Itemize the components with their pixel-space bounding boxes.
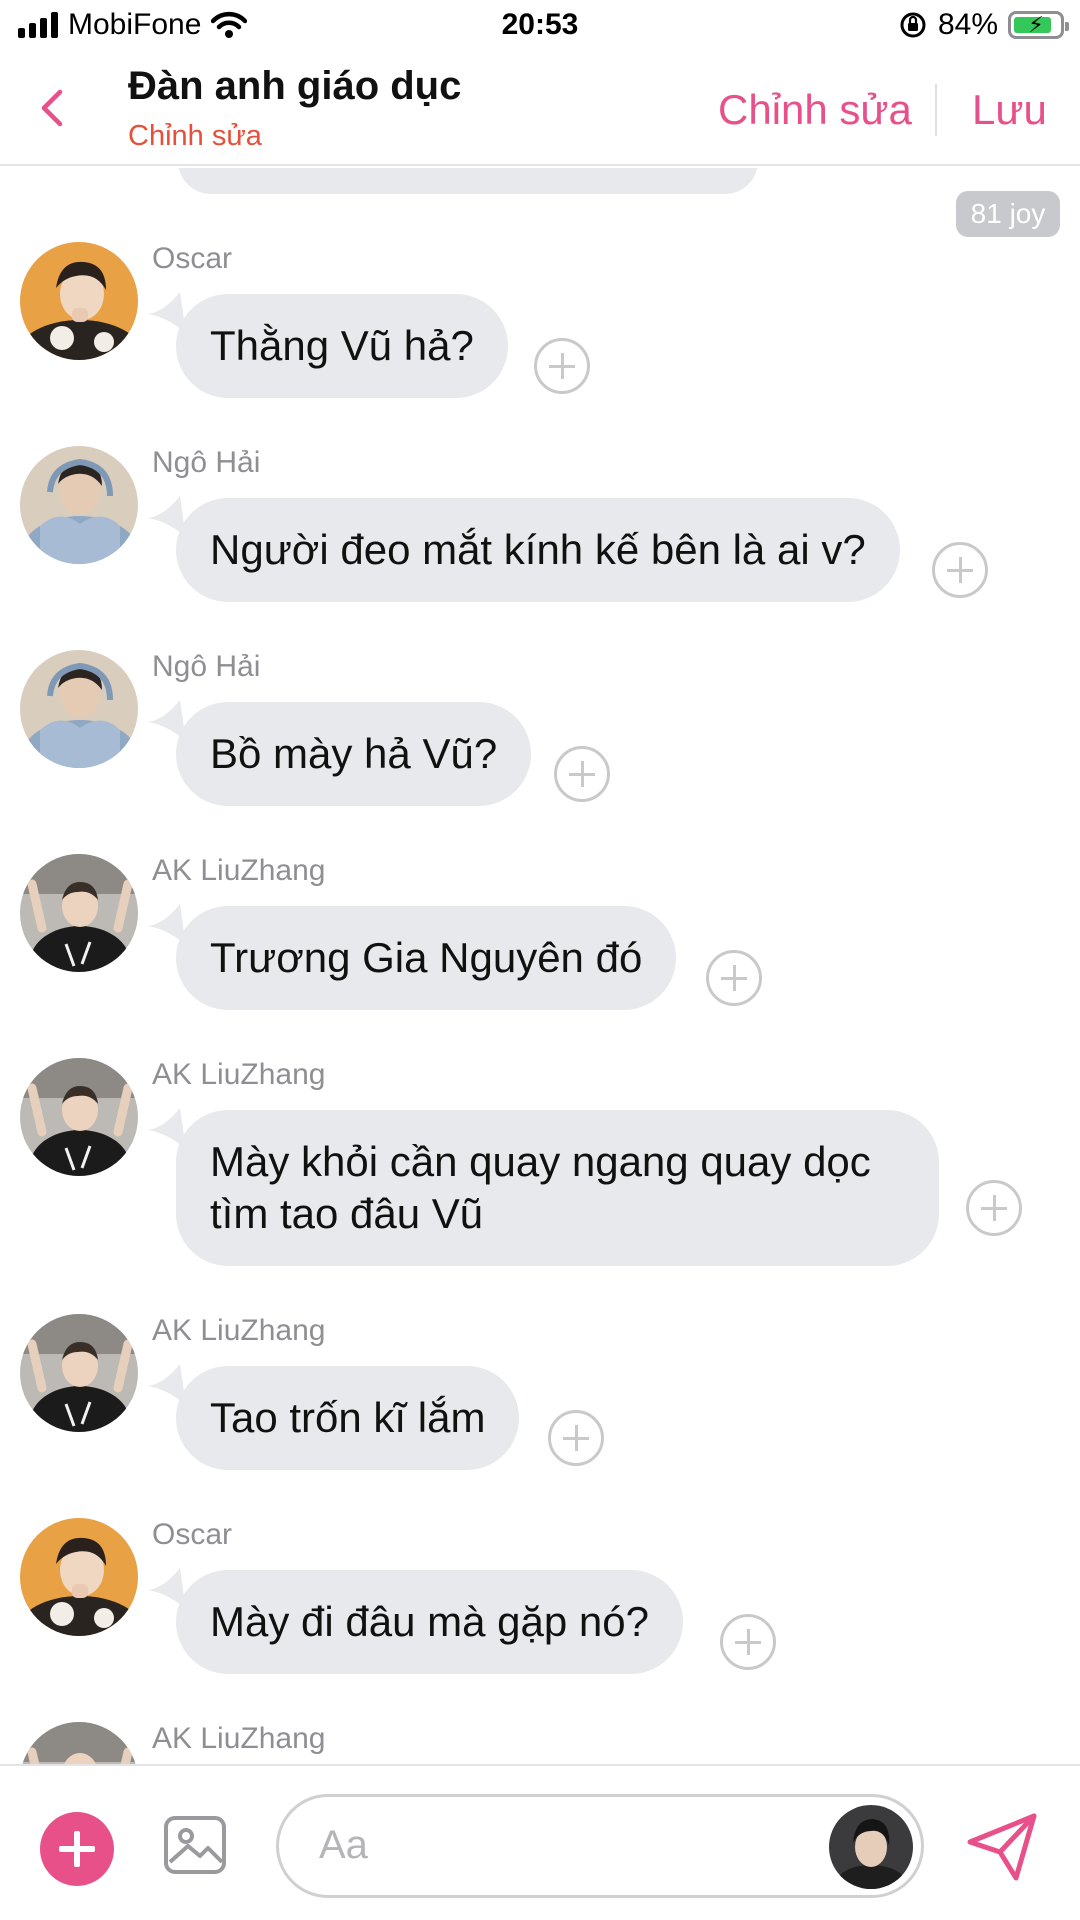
rotation-lock-icon (900, 12, 926, 38)
chat-subtitle[interactable]: Chỉnh sửa (128, 120, 262, 153)
avatar-oscar[interactable] (20, 242, 138, 360)
sender-name: AK LiuZhang (152, 1314, 326, 1347)
input-placeholder: Aa (319, 1823, 368, 1867)
avatar-ak-liuzhang[interactable] (20, 1314, 138, 1432)
message-bubble[interactable]: Thằng Vũ hả? (176, 294, 508, 398)
image-button[interactable] (162, 1812, 228, 1878)
back-button[interactable] (30, 78, 80, 138)
avatar-ngo-hai[interactable] (20, 650, 138, 768)
chevron-left-icon (41, 89, 63, 127)
battery-percent: 84% (937, 8, 998, 41)
add-reaction-icon[interactable] (554, 746, 610, 802)
message-input[interactable]: Aa (276, 1794, 924, 1898)
sender-name: AK LiuZhang (152, 854, 326, 887)
send-button[interactable] (964, 1808, 1040, 1884)
add-reaction-icon[interactable] (548, 1410, 604, 1466)
add-reaction-icon[interactable] (534, 338, 590, 394)
status-bar: MobiFone 20:53 84% ⚡ (0, 0, 1080, 56)
save-button[interactable]: Lưu (972, 86, 1047, 134)
sender-name: Oscar (152, 242, 233, 275)
message-bubble[interactable]: Tao trốn kĩ lắm (176, 1366, 520, 1470)
add-reaction-icon[interactable] (932, 542, 988, 598)
add-reaction-icon[interactable] (966, 1180, 1022, 1236)
joy-badge: 81 joy (956, 191, 1060, 237)
add-button[interactable] (40, 1812, 114, 1886)
avatar-ak-liuzhang[interactable] (20, 854, 138, 972)
status-right: 84% ⚡ (898, 8, 1069, 42)
add-reaction-icon[interactable] (706, 950, 762, 1006)
previous-message-bubble[interactable] (178, 168, 758, 194)
sender-name: Ngô Hải (152, 446, 261, 479)
header-divider (935, 84, 937, 136)
chat-title[interactable]: Đàn anh giáo dục (128, 64, 461, 109)
sender-name: Ngô Hải (152, 650, 261, 683)
composer-bar: Aa (0, 1764, 1080, 1920)
avatar-ak-liuzhang[interactable] (20, 1722, 138, 1764)
edit-button[interactable]: Chỉnh sửa (718, 86, 912, 134)
avatar-oscar[interactable] (20, 1518, 138, 1636)
message-line: Mày khỏi cần quay ngang quay dọc (210, 1138, 871, 1185)
user-avatar[interactable] (829, 1805, 913, 1889)
message-bubble[interactable]: Người đeo mắt kính kế bên là ai v? (176, 498, 900, 602)
add-reaction-icon[interactable] (720, 1614, 776, 1670)
sender-name: Oscar (152, 1518, 233, 1551)
sender-name: AK LiuZhang (152, 1722, 326, 1755)
message-bubble[interactable]: Bồ mày hả Vũ? (176, 702, 532, 806)
avatar-ngo-hai[interactable] (20, 446, 138, 564)
message-list[interactable]: 81 joy Oscar Thằng Vũ hả? Ngô Hải Người … (0, 168, 1080, 1764)
send-icon (967, 1813, 1037, 1881)
image-icon (164, 1816, 226, 1874)
battery-icon: ⚡ (1008, 11, 1069, 39)
message-bubble[interactable]: Trương Gia Nguyên đó (176, 906, 677, 1010)
sender-name: AK LiuZhang (152, 1058, 326, 1091)
chat-header: Đàn anh giáo dục Chỉnh sửa Chỉnh sửa Lưu (0, 56, 1080, 166)
message-bubble[interactable]: Mày khỏi cần quay ngang quay dọc tìm tao… (176, 1110, 939, 1266)
message-bubble[interactable]: Mày đi đâu mà gặp nó? (176, 1570, 683, 1674)
charging-bolt-icon: ⚡ (1028, 12, 1044, 37)
avatar-ak-liuzhang[interactable] (20, 1058, 138, 1176)
message-line: tìm tao đâu Vũ (210, 1190, 484, 1237)
